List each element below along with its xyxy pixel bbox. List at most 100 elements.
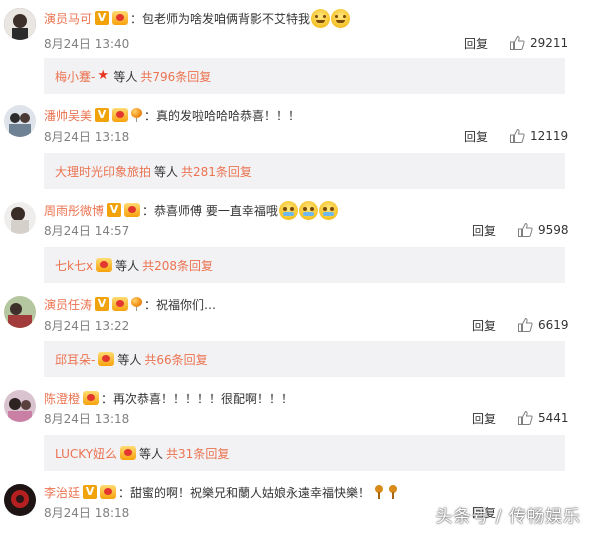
- comment-time: 8月24日 13:40: [44, 36, 130, 51]
- vip-icon: [112, 297, 129, 311]
- comment-time: 8月24日 13:18: [44, 411, 130, 426]
- colon-separator: ：: [144, 108, 157, 123]
- smile-icon: [331, 8, 351, 28]
- sub-replies-box[interactable]: 梅小蹇- ★ 等人 共796条回复: [44, 58, 565, 94]
- beer-icon: [374, 485, 384, 499]
- sub-reply-mid: 等人: [115, 258, 140, 273]
- comment-header: 周雨彤微博 V ： 恭喜师傅 要一直幸福哦: [44, 200, 338, 220]
- cry-icon: [298, 200, 318, 220]
- comment-meta: 8月24日 13:22 回复 6619: [44, 317, 569, 334]
- comment-time: 8月24日 13:18: [44, 129, 130, 144]
- reply-button[interactable]: 回复: [472, 410, 496, 427]
- cry-icon: [318, 200, 338, 220]
- thumbs-up-icon[interactable]: [509, 35, 525, 51]
- comment-meta: 8月24日 13:40 回复 29211: [44, 35, 569, 52]
- like-count: 6619: [538, 318, 569, 332]
- sub-reply-user[interactable]: 大理时光印象旅拍: [55, 163, 151, 180]
- username-link[interactable]: 陈澄橙: [44, 390, 80, 407]
- sub-reply-user[interactable]: LUCKY妞么: [55, 445, 117, 462]
- v-icon: V: [95, 11, 110, 25]
- avatar[interactable]: [4, 8, 36, 40]
- sub-reply-total[interactable]: 共281条回复: [181, 163, 252, 180]
- comment-text: 祝福你们…: [156, 297, 217, 312]
- sub-reply-mid: 等人: [113, 69, 138, 84]
- colon-separator: ：: [118, 485, 131, 500]
- colon-separator: ：: [101, 391, 114, 406]
- username-link[interactable]: 演员任涛: [44, 296, 92, 313]
- sub-reply-total[interactable]: 共796条回复: [140, 68, 211, 85]
- vip-icon: [112, 11, 129, 25]
- avatar[interactable]: [4, 105, 36, 137]
- sub-reply-mid: 等人: [139, 446, 164, 461]
- username-link[interactable]: 潘帅吴美: [44, 107, 92, 124]
- sub-reply-user[interactable]: 梅小蹇-: [55, 68, 95, 85]
- sub-reply-total[interactable]: 共66条回复: [144, 351, 207, 368]
- username-link[interactable]: 周雨彤微博: [44, 202, 104, 219]
- comment-header: 陈澄橙 ： 再次恭喜！！！！！很配啊！！！: [44, 388, 293, 408]
- avatar[interactable]: [4, 484, 36, 516]
- sub-reply-total[interactable]: 共208条回复: [142, 257, 213, 274]
- comment-feed: 演员马可 V ： 包老师为啥发咱俩背影不艾特我 8月24日 13:40 回复 2…: [0, 0, 589, 533]
- comment-text: 甜蜜的啊！祝樂兄和蘭人姑娘永遠幸福快樂！: [130, 485, 371, 500]
- sub-reply-mid: 等人: [117, 352, 142, 367]
- v-icon: V: [107, 203, 122, 217]
- username-link[interactable]: 演员马可: [44, 10, 92, 27]
- sub-replies-box[interactable]: 七k七x 等人 共208条回复: [44, 247, 565, 283]
- thumbs-up-icon[interactable]: [517, 410, 533, 426]
- watermark-text: 头条号 / 传畅娱乐: [435, 507, 581, 527]
- like-count: 5441: [538, 411, 569, 425]
- vip-icon: [124, 203, 141, 217]
- sub-replies-box[interactable]: LUCKY妞么 等人 共31条回复: [44, 435, 565, 471]
- thumbs-up-icon[interactable]: [509, 128, 525, 144]
- comment-meta: 8月24日 14:57 回复 9598: [44, 222, 569, 239]
- beer-icon: [388, 485, 398, 499]
- v-icon: V: [83, 485, 98, 499]
- vip-icon: [96, 258, 113, 272]
- cry-icon: [278, 200, 298, 220]
- thumbs-up-icon[interactable]: [517, 317, 533, 333]
- smile-icon: [311, 8, 331, 28]
- comment-meta: 8月24日 13:18 回复 5441: [44, 410, 569, 427]
- sub-reply-user[interactable]: 七k七x: [55, 257, 93, 274]
- vip-icon: [100, 485, 117, 499]
- v-icon: V: [95, 108, 110, 122]
- comment-header: 李治廷 V ： 甜蜜的啊！祝樂兄和蘭人姑娘永遠幸福快樂！: [44, 482, 398, 502]
- avatar[interactable]: [4, 202, 36, 234]
- colon-separator: ：: [130, 11, 143, 26]
- comment-header: 演员任涛 V ： 祝福你们…: [44, 294, 216, 314]
- sub-reply-mid: 等人: [154, 164, 179, 179]
- sub-replies-box[interactable]: 大理时光印象旅拍 等人 共281条回复: [44, 153, 565, 189]
- comment-text: 恭喜师傅 要一直幸福哦: [154, 203, 278, 218]
- comment-header: 演员马可 V ： 包老师为啥发咱俩背影不艾特我: [44, 8, 351, 28]
- sub-replies-box[interactable]: 邱耳朵- 等人 共66条回复: [44, 341, 565, 377]
- vip-icon: [120, 446, 137, 460]
- v-icon: V: [95, 297, 110, 311]
- comment-meta: 8月24日 13:18 回复 12119: [44, 128, 569, 145]
- colon-separator: ：: [142, 203, 155, 218]
- comment-time: 8月24日 13:22: [44, 318, 130, 333]
- vip-icon: [83, 391, 100, 405]
- sub-reply-user[interactable]: 邱耳朵-: [55, 351, 95, 368]
- comment-text: 包老师为啥发咱俩背影不艾特我: [142, 11, 311, 26]
- reply-button[interactable]: 回复: [464, 35, 488, 52]
- reply-button[interactable]: 回复: [472, 317, 496, 334]
- sub-reply-total[interactable]: 共31条回复: [166, 445, 229, 462]
- balloon-icon: [131, 297, 143, 311]
- vip-icon: [112, 108, 129, 122]
- reply-button[interactable]: 回复: [464, 128, 488, 145]
- thumbs-up-icon[interactable]: [517, 222, 533, 238]
- colon-separator: ：: [144, 297, 157, 312]
- star-icon: ★: [97, 68, 109, 83]
- avatar[interactable]: [4, 296, 36, 328]
- comment-header: 潘帅吴美 V ： 真的发啦哈哈哈恭喜！！！: [44, 105, 300, 125]
- reply-button[interactable]: 回复: [472, 222, 496, 239]
- avatar[interactable]: [4, 390, 36, 422]
- like-count: 12119: [530, 129, 569, 143]
- like-count: 29211: [530, 36, 569, 50]
- username-link[interactable]: 李治廷: [44, 484, 80, 501]
- comment-text: 再次恭喜！！！！！很配啊！！！: [113, 391, 294, 406]
- comment-time: 8月24日 18:18: [44, 505, 130, 520]
- vip-icon: [98, 352, 115, 366]
- comment-text: 真的发啦哈哈哈恭喜！！！: [156, 108, 301, 123]
- balloon-icon: [131, 108, 143, 122]
